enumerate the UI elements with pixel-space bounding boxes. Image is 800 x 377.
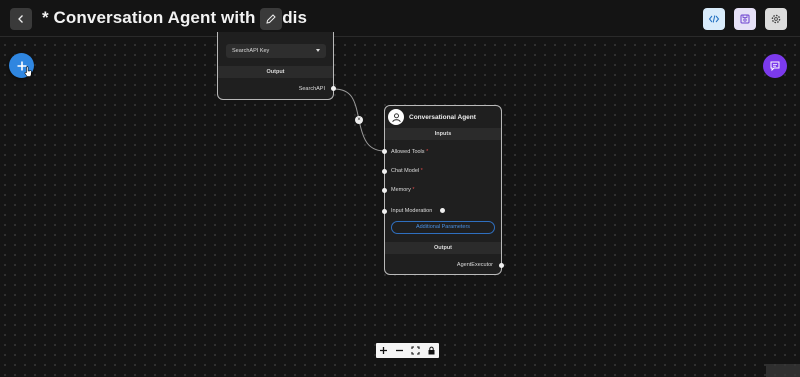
input-allowed-tools: Allowed Tools * — [391, 149, 429, 155]
input-memory: Memory * — [391, 187, 415, 193]
searchapi-node[interactable]: SearchAPI Key Output SearchAPI — [217, 32, 336, 100]
input-chat-model: Chat Model * — [391, 168, 423, 174]
output-port-handle[interactable] — [499, 263, 504, 268]
attribution-badge — [766, 364, 800, 377]
fit-view-button[interactable] — [409, 345, 421, 357]
agent-avatar — [388, 109, 404, 125]
output-section-label: Output — [385, 242, 501, 254]
input-port-handle[interactable] — [382, 209, 387, 214]
agent-icon — [391, 112, 401, 122]
zoom-in-icon — [380, 347, 388, 354]
close-icon: × — [357, 117, 361, 123]
zoom-in-button[interactable] — [378, 345, 390, 357]
canvas-controls — [376, 343, 439, 358]
input-port-handle[interactable] — [382, 169, 387, 174]
zoom-out-button[interactable] — [394, 345, 406, 357]
credential-select-value: SearchAPI Key — [232, 48, 270, 54]
conversational-agent-node[interactable]: Conversational Agent Inputs Allowed Tool… — [382, 105, 504, 275]
fit-view-icon — [411, 346, 420, 355]
zoom-out-icon — [396, 349, 404, 352]
input-port-handle[interactable] — [382, 188, 387, 193]
output-section-label: Output — [218, 66, 333, 78]
delete-edge-button[interactable]: × — [355, 116, 363, 124]
lock-icon — [428, 346, 435, 355]
output-port-handle[interactable] — [331, 86, 336, 91]
lock-button[interactable] — [425, 345, 437, 357]
input-port-handle[interactable] — [382, 149, 387, 154]
output-port-label: AgentExecutor — [456, 262, 493, 268]
node-title: Conversational Agent — [409, 114, 476, 121]
input-moderation: Input Moderation — [391, 208, 433, 214]
chevron-down-icon — [316, 49, 320, 52]
additional-parameters-button[interactable]: Additional Parameters — [391, 221, 495, 234]
inputs-section-label: Inputs — [385, 128, 501, 140]
info-icon[interactable] — [440, 208, 445, 213]
output-port-label: SearchAPI — [298, 86, 325, 92]
credential-select[interactable]: SearchAPI Key — [226, 44, 326, 58]
